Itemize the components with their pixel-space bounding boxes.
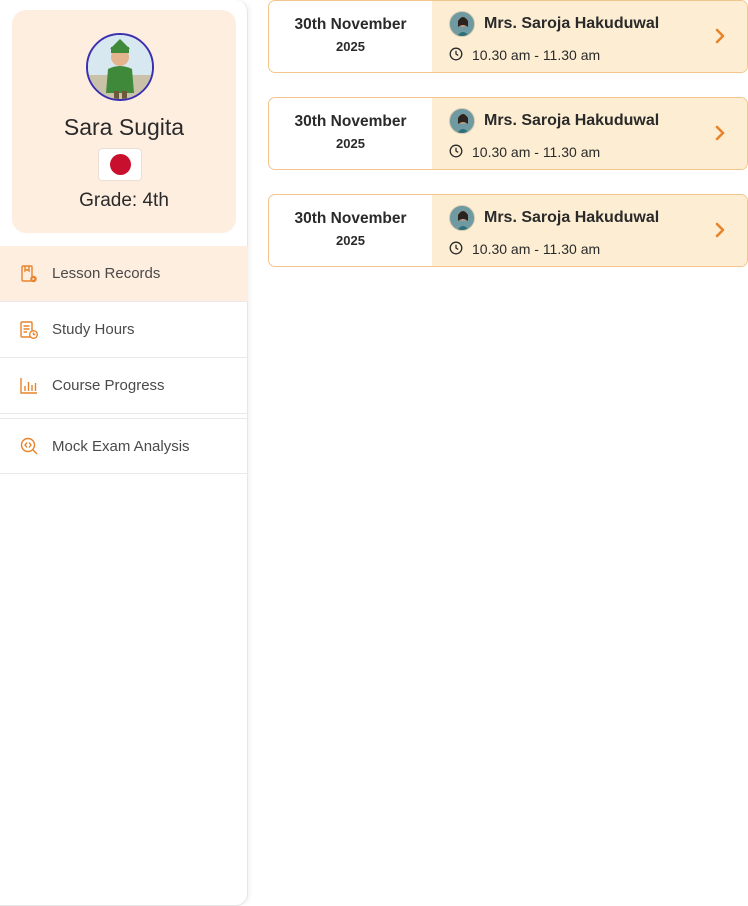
- lesson-info: Mrs. Saroja Hakuduwal 10.30 am - 11.30 a…: [432, 1, 747, 72]
- chevron-right-icon[interactable]: [713, 124, 727, 142]
- teacher-name: Mrs. Saroja Hakuduwal: [484, 15, 660, 32]
- sidebar-item-label: Lesson Records: [52, 265, 161, 282]
- lesson-date-year: 2025: [336, 39, 365, 54]
- lesson-card[interactable]: 30th November 2025 Mrs. Saroja Hakuduwal…: [268, 97, 748, 170]
- lesson-info: Mrs. Saroja Hakuduwal 10.30 am - 11.30 a…: [432, 195, 747, 266]
- teacher-name: Mrs. Saroja Hakuduwal: [484, 112, 660, 129]
- sidebar-item-course-progress[interactable]: Course Progress: [0, 358, 248, 414]
- lesson-date: 30th November 2025: [269, 1, 432, 72]
- clock-icon: [449, 47, 463, 61]
- student-profile-card: Sara Sugita Grade: 4th: [12, 10, 236, 233]
- lesson-date: 30th November 2025: [269, 195, 432, 266]
- sidebar-item-mock-exam-analysis[interactable]: Mock Exam Analysis: [0, 418, 248, 474]
- student-name: Sara Sugita: [63, 114, 185, 140]
- lesson-date-year: 2025: [336, 136, 365, 151]
- student-avatar: [86, 33, 154, 101]
- study-hours-icon: [18, 319, 40, 341]
- lesson-card[interactable]: 30th November 2025 Mrs. Saroja Hakuduwal…: [268, 194, 748, 267]
- teacher-avatar: [449, 205, 475, 231]
- course-progress-icon: [18, 375, 40, 397]
- student-grade: Grade: 4th: [79, 190, 169, 211]
- sidebar: Sara Sugita Grade: 4th Lesson Records St…: [0, 0, 248, 906]
- sidebar-item-label: Course Progress: [52, 377, 165, 394]
- lesson-info: Mrs. Saroja Hakuduwal 10.30 am - 11.30 a…: [432, 98, 747, 169]
- japan-flag-icon: [98, 148, 142, 181]
- chevron-right-icon[interactable]: [713, 221, 727, 239]
- teacher-avatar: [449, 108, 475, 134]
- lesson-date-day: 30th November: [294, 113, 407, 130]
- lesson-time: 10.30 am - 11.30 am: [472, 47, 601, 63]
- lesson-time: 10.30 am - 11.30 am: [472, 144, 601, 160]
- sidebar-item-label: Study Hours: [52, 321, 135, 338]
- lesson-date-year: 2025: [336, 233, 365, 248]
- clock-icon: [449, 241, 463, 255]
- sidebar-menu: Lesson Records Study Hours Course Progre…: [0, 246, 248, 474]
- sidebar-item-label: Mock Exam Analysis: [52, 437, 190, 455]
- mock-exam-icon: [18, 435, 40, 457]
- sidebar-item-lesson-records[interactable]: Lesson Records: [0, 246, 248, 302]
- clock-icon: [449, 144, 463, 158]
- lesson-date-day: 30th November: [294, 210, 407, 227]
- teacher-name: Mrs. Saroja Hakuduwal: [484, 209, 660, 226]
- chevron-right-icon[interactable]: [713, 27, 727, 45]
- lesson-time: 10.30 am - 11.30 am: [472, 241, 601, 257]
- teacher-avatar: [449, 11, 475, 37]
- sidebar-item-study-hours[interactable]: Study Hours: [0, 302, 248, 358]
- lesson-records-icon: [18, 263, 40, 285]
- lesson-date-day: 30th November: [294, 16, 407, 33]
- lesson-date: 30th November 2025: [269, 98, 432, 169]
- lesson-card[interactable]: 30th November 2025 Mrs. Saroja Hakuduwal…: [268, 0, 748, 73]
